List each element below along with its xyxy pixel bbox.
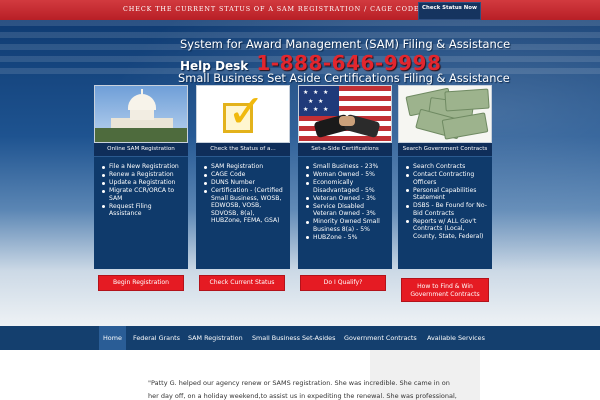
list-item[interactable]: Request Filing Assistance	[102, 203, 184, 218]
card-list: File a New Registration Renew a Registra…	[94, 156, 188, 269]
list-item[interactable]: Reports w/ ALL Gov't Contracts (Local, C…	[406, 218, 488, 241]
list-item[interactable]: Small Business - 23%	[306, 163, 388, 171]
card-title[interactable]: Online SAM Registration	[94, 143, 188, 156]
list-item[interactable]: Update a Registration	[102, 179, 184, 187]
list-item[interactable]: Economically Disadvantaged - 5%	[306, 179, 388, 194]
list-item[interactable]: File a New Registration	[102, 163, 184, 171]
list-item[interactable]: Minority Owned Small Business 8(a) - 5%	[306, 218, 388, 233]
list-item[interactable]: Personal Capabilities Statement	[406, 187, 488, 202]
card-online-sam-registration: Online SAM Registration File a New Regis…	[94, 85, 188, 269]
begin-registration-button[interactable]: Begin Registration	[98, 275, 184, 291]
list-item[interactable]: Renew a Registration	[102, 171, 184, 179]
testimonial-text: "Patty G. helped our agency renew or SAM…	[148, 377, 458, 400]
find-and-win-contracts-button[interactable]: How to Find & Win Government Contracts	[401, 278, 489, 302]
nav-sam-registration[interactable]: SAM Registration	[188, 326, 243, 350]
card-title[interactable]: Check the Status of a...	[196, 143, 290, 156]
list-item[interactable]: Certification - (Certified Small Busines…	[204, 187, 286, 225]
card-title[interactable]: Set-a-Side Certifications	[298, 143, 392, 156]
hero-subtitle: Small Business Set Aside Certifications …	[178, 71, 510, 85]
nav-federal-grants[interactable]: Federal Grants	[133, 326, 180, 350]
testimonial-line: her day off, on a holiday weekend,to ass…	[148, 392, 457, 400]
list-item[interactable]: Woman Owned - 5%	[306, 171, 388, 179]
nav-small-business-set-asides[interactable]: Small Business Set-Asides	[252, 326, 335, 350]
money-image	[398, 85, 492, 143]
checkmark-image: ✓	[196, 85, 290, 143]
list-item[interactable]: Service Disabled Veteran Owned - 3%	[306, 203, 388, 218]
card-title[interactable]: Search Government Contracts	[398, 143, 492, 156]
capitol-image	[94, 85, 188, 143]
card-check-status: ✓ Check the Status of a... SAM Registrat…	[196, 85, 290, 269]
checkmark-icon: ✓	[227, 85, 266, 138]
hero-title: System for Award Management (SAM) Filing…	[180, 37, 511, 51]
card-list: SAM Registration CAGE Code DUNS Number C…	[196, 156, 290, 269]
card-list: Search Contracts Contact Contracting Off…	[398, 156, 492, 269]
card-list: Small Business - 23% Woman Owned - 5% Ec…	[298, 156, 392, 269]
list-item[interactable]: Migrate CCR/ORCA to SAM	[102, 187, 184, 202]
nav-available-services[interactable]: Available Services	[427, 326, 485, 350]
list-item[interactable]: CAGE Code	[204, 171, 286, 179]
check-status-now-button[interactable]: Check Status Now	[418, 2, 481, 20]
card-set-aside-certifications: ★ ★ ★ ★ ★ ★ ★ ★ Set-a-Side Certification…	[298, 85, 392, 269]
do-i-qualify-button[interactable]: Do I Qualify?	[300, 275, 386, 291]
top-banner-text: CHECK THE CURRENT STATUS OF A SAM REGIST…	[123, 5, 423, 13]
card-search-government-contracts: Search Government Contracts Search Contr…	[398, 85, 492, 269]
check-current-status-button[interactable]: Check Current Status	[199, 275, 285, 291]
main-nav: Home Federal Grants SAM Registration Sma…	[0, 326, 600, 350]
list-item[interactable]: DSBS - Be Found for No-Bid Contracts	[406, 202, 488, 217]
list-item[interactable]: SAM Registration	[204, 163, 286, 171]
list-item[interactable]: HUBZone - 5%	[306, 234, 388, 242]
list-item[interactable]: Search Contracts	[406, 163, 488, 171]
testimonial-line: "Patty G. helped our agency renew or SAM…	[148, 379, 450, 387]
nav-government-contracts[interactable]: Government Contracts	[344, 326, 417, 350]
list-item[interactable]: Veteran Owned - 3%	[306, 195, 388, 203]
list-item[interactable]: Contact Contracting Officers	[406, 171, 488, 186]
list-item[interactable]: DUNS Number	[204, 179, 286, 187]
top-banner: CHECK THE CURRENT STATUS OF A SAM REGIST…	[0, 0, 600, 20]
nav-home[interactable]: Home	[99, 326, 126, 350]
flag-handshake-image: ★ ★ ★ ★ ★ ★ ★ ★	[298, 85, 392, 143]
